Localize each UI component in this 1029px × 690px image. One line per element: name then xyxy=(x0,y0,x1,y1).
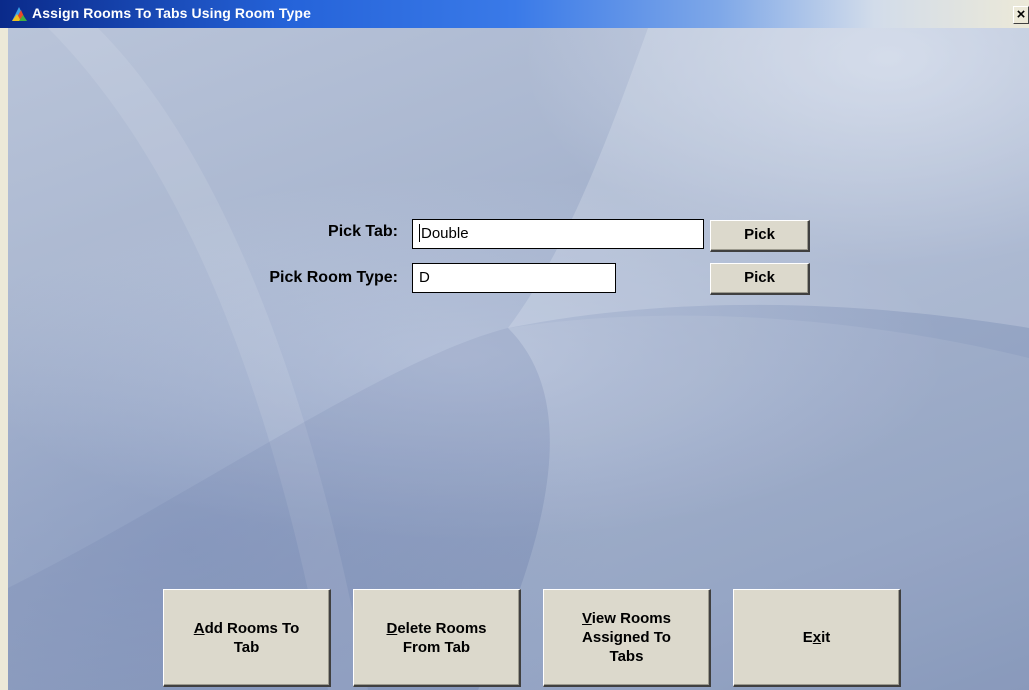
pick-tab-field[interactable]: Double xyxy=(412,219,704,249)
view-rooms-assigned-button[interactable]: View Rooms Assigned To Tabs xyxy=(543,589,711,687)
dialog-window: Assign Rooms To Tabs Using Room Type × P… xyxy=(0,0,1029,690)
pick-room-type-button[interactable]: Pick xyxy=(710,263,810,295)
dialog-body: Pick Tab: Double Pick Pick Room Type: D … xyxy=(0,28,1029,690)
pick-tab-value: Double xyxy=(421,225,469,242)
add-rooms-label: Add Rooms To Tab xyxy=(193,619,300,656)
pick-room-type-field[interactable]: D xyxy=(412,263,616,293)
view-rooms-label: View Rooms Assigned To Tabs xyxy=(582,610,671,665)
pick-tab-button[interactable]: Pick xyxy=(710,220,810,252)
delete-rooms-from-tab-button[interactable]: Delete Rooms From Tab xyxy=(353,589,521,687)
pick-tab-label: Pick Tab: xyxy=(328,223,398,240)
exit-button[interactable]: Exit xyxy=(733,589,901,687)
title-bar[interactable]: Assign Rooms To Tabs Using Room Type × xyxy=(0,0,1029,28)
app-icon xyxy=(12,7,27,21)
close-icon[interactable]: × xyxy=(1013,6,1029,24)
delete-rooms-label: Delete Rooms From Tab xyxy=(386,619,487,656)
pick-room-type-value: D xyxy=(419,269,430,286)
add-rooms-to-tab-button[interactable]: Add Rooms To Tab xyxy=(163,589,331,687)
text-caret xyxy=(419,224,420,243)
pick-room-type-label: Pick Room Type: xyxy=(269,269,398,286)
exit-label: Exit xyxy=(802,629,831,646)
window-title: Assign Rooms To Tabs Using Room Type xyxy=(32,5,311,21)
